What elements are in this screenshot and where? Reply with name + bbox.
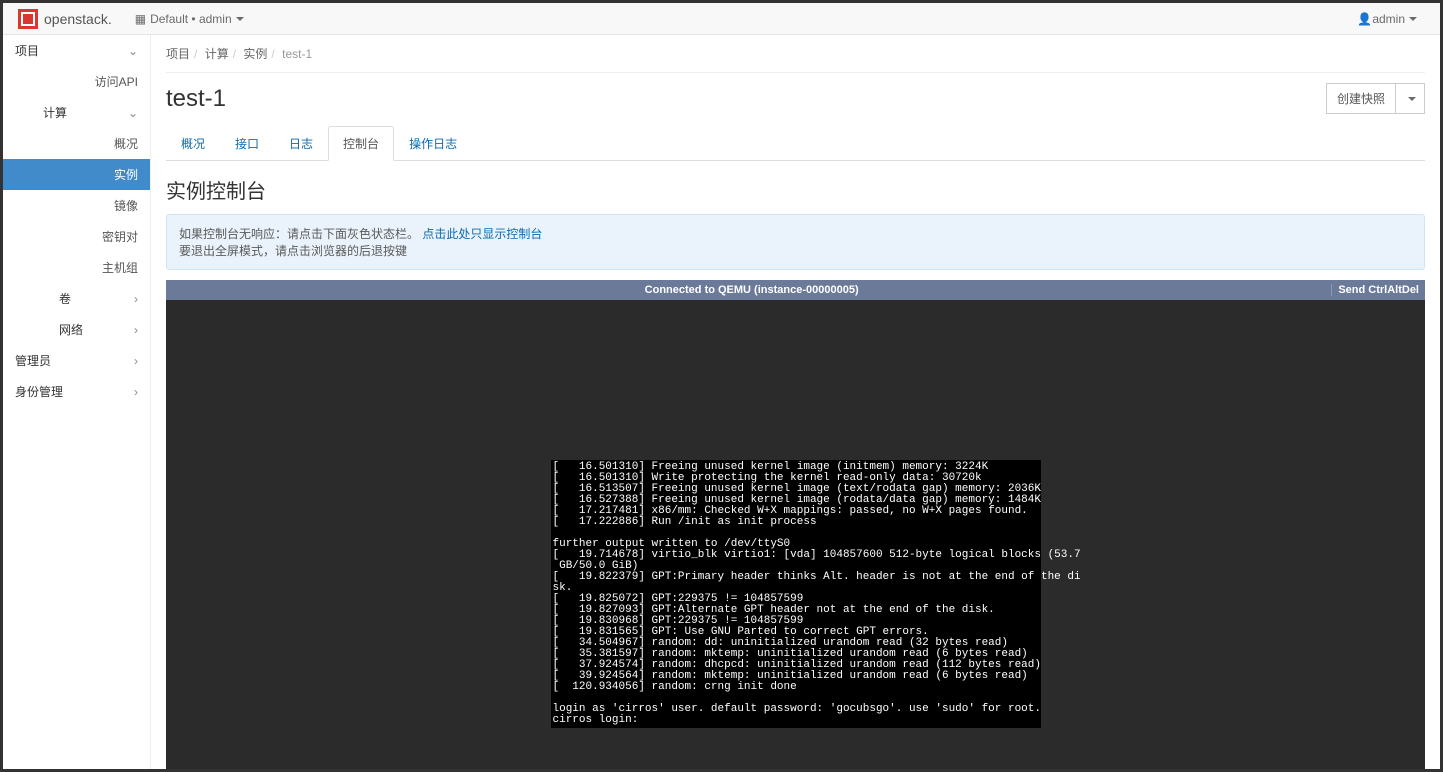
page-title: test-1 xyxy=(166,85,226,113)
sidebar-item-admin[interactable]: 管理员 › xyxy=(3,345,150,376)
sidebar-item-compute[interactable]: 计算 ⌄ xyxy=(3,97,150,128)
sidebar-item-images[interactable]: 镜像 xyxy=(3,190,150,221)
send-ctrlaltdel-button[interactable]: Send CtrlAltDel xyxy=(1331,284,1419,296)
sidebar-item-label: 计算 xyxy=(43,104,67,121)
tab-overview[interactable]: 概况 xyxy=(166,126,220,161)
breadcrumb-link[interactable]: 计算 xyxy=(205,47,229,61)
project-selector-label: Default • admin xyxy=(150,12,232,26)
sidebar-item-volumes[interactable]: 卷 › xyxy=(3,283,150,314)
main-content: 项目/ 计算/ 实例/ test-1 test-1 创建快照 概况 接口 日志 … xyxy=(151,35,1440,769)
sidebar-item-label: 密钥对 xyxy=(102,228,138,245)
user-label: admin xyxy=(1372,12,1405,26)
user-icon: 👤 xyxy=(1357,12,1372,26)
console-status-text: Connected to QEMU (instance-00000005) xyxy=(172,284,1331,296)
tab-console[interactable]: 控制台 xyxy=(328,126,394,161)
sidebar: 项目 ⌄ 访问API 计算 ⌄ 概况 实例 镜像 密钥对 主机组 卷 › 网络 … xyxy=(3,35,151,769)
chevron-right-icon: › xyxy=(134,385,138,399)
breadcrumb-link[interactable]: 实例 xyxy=(243,47,267,61)
breadcrumb-current: test-1 xyxy=(282,47,312,61)
sidebar-item-label: 网络 xyxy=(59,321,83,338)
sidebar-item-keypairs[interactable]: 密钥对 xyxy=(3,221,150,252)
sidebar-item-network[interactable]: 网络 › xyxy=(3,314,150,345)
sidebar-item-label: 实例 xyxy=(114,166,138,183)
alert-text: 如果控制台无响应：请点击下面灰色状态栏。 xyxy=(179,227,419,241)
sidebar-item-overview[interactable]: 概况 xyxy=(3,128,150,159)
sidebar-item-project[interactable]: 项目 ⌄ xyxy=(3,35,150,66)
alert-text: 要退出全屏模式，请点击浏览器的后退按键 xyxy=(179,244,407,258)
sidebar-item-label: 主机组 xyxy=(102,259,138,276)
openstack-logo-icon xyxy=(18,9,38,29)
console-status-bar[interactable]: Connected to QEMU (instance-00000005) Se… xyxy=(166,280,1425,300)
brand-text: openstack. xyxy=(44,11,112,27)
chevron-down-icon xyxy=(1409,17,1417,21)
chevron-down-icon: ⌄ xyxy=(128,106,138,120)
chevron-down-icon: ⌄ xyxy=(128,44,138,58)
user-menu[interactable]: 👤 admin xyxy=(1349,12,1425,26)
chevron-down-icon xyxy=(236,17,244,21)
chevron-down-icon xyxy=(1408,97,1416,101)
project-selector[interactable]: ▦ Default • admin xyxy=(127,12,252,26)
page-actions: 创建快照 xyxy=(1326,83,1425,114)
sidebar-item-instances[interactable]: 实例 xyxy=(3,159,150,190)
console-viewport[interactable]: [ 16.501310] Freeing unused kernel image… xyxy=(166,300,1425,769)
tabs: 概况 接口 日志 控制台 操作日志 xyxy=(166,126,1425,161)
top-navbar: openstack. ▦ Default • admin 👤 admin xyxy=(3,3,1440,35)
create-snapshot-button[interactable]: 创建快照 xyxy=(1326,83,1396,114)
console-wrap: Connected to QEMU (instance-00000005) Se… xyxy=(166,280,1425,769)
sidebar-item-label: 管理员 xyxy=(15,352,51,369)
sidebar-item-identity[interactable]: 身份管理 › xyxy=(3,376,150,407)
chevron-right-icon: › xyxy=(134,323,138,337)
action-dropdown-button[interactable] xyxy=(1396,83,1425,114)
breadcrumb: 项目/ 计算/ 实例/ test-1 xyxy=(166,35,1425,73)
sidebar-item-api-access[interactable]: 访问API xyxy=(3,66,150,97)
sidebar-item-label: 访问API xyxy=(95,73,138,90)
sidebar-item-label: 身份管理 xyxy=(15,383,63,400)
sidebar-item-server-groups[interactable]: 主机组 xyxy=(3,252,150,283)
chevron-right-icon: › xyxy=(134,354,138,368)
console-output: [ 16.501310] Freeing unused kernel image… xyxy=(551,460,1041,728)
tab-interfaces[interactable]: 接口 xyxy=(220,126,274,161)
chevron-right-icon: › xyxy=(134,292,138,306)
section-title: 实例控制台 xyxy=(166,175,1425,204)
sidebar-item-label: 卷 xyxy=(59,290,71,307)
sidebar-item-label: 概况 xyxy=(114,135,138,152)
tab-log[interactable]: 日志 xyxy=(274,126,328,161)
show-only-console-link[interactable]: 点击此处只显示控制台 xyxy=(422,227,542,241)
sidebar-item-label: 项目 xyxy=(15,42,39,59)
tab-action-log[interactable]: 操作日志 xyxy=(394,126,472,161)
brand[interactable]: openstack. xyxy=(18,9,112,29)
sidebar-item-label: 镜像 xyxy=(114,197,138,214)
breadcrumb-link[interactable]: 项目 xyxy=(166,47,190,61)
console-info-alert: 如果控制台无响应：请点击下面灰色状态栏。 点击此处只显示控制台 要退出全屏模式，… xyxy=(166,214,1425,270)
